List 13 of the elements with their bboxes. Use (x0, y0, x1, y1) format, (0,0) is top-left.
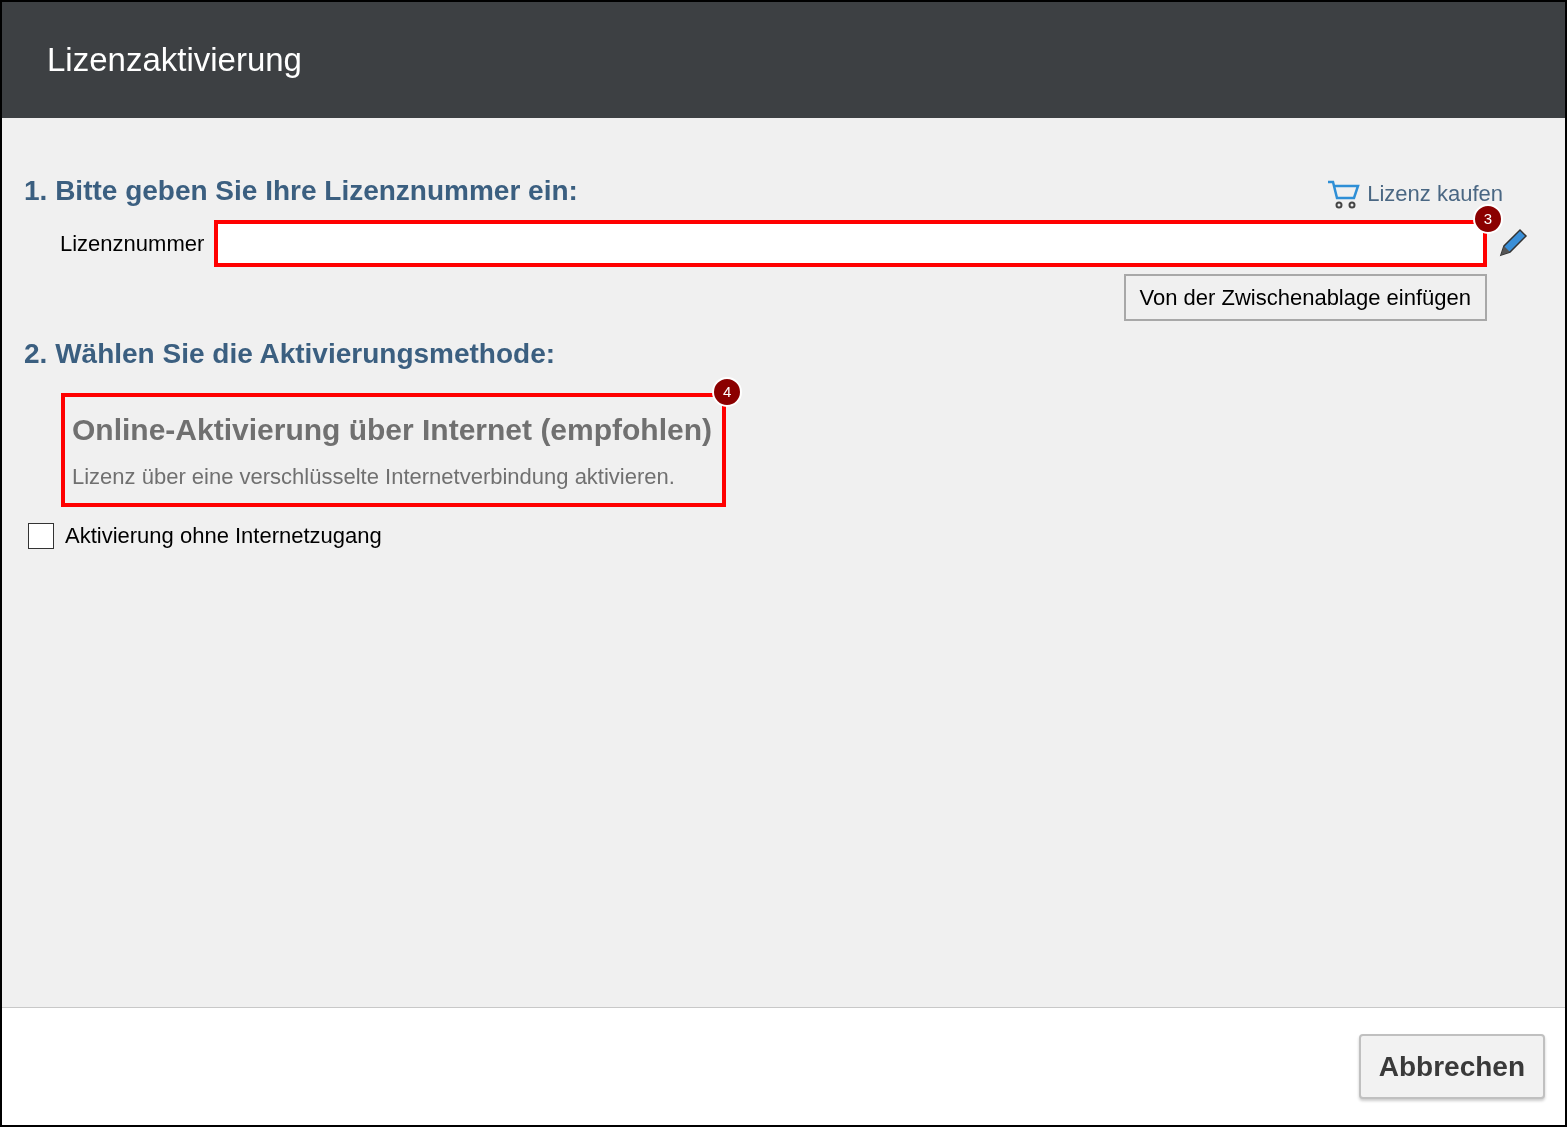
offline-checkbox[interactable] (28, 522, 54, 549)
paste-button[interactable]: Von der Zwischenablage einfügen (1123, 274, 1487, 321)
section-heading: 1. Bitte geben Sie Ihre Lizenznummer ein: (24, 174, 578, 208)
callout-badge: 3 (1473, 204, 1503, 234)
option-title: Online-Aktivierung über Internet (empfohlen) (72, 412, 713, 448)
cancel-button[interactable]: Abbrechen (1358, 1034, 1545, 1099)
window-title: Lizenzaktivierung (47, 40, 302, 81)
section-heading: 2. Wählen Sie die Aktivierungsmethode: (24, 337, 557, 371)
cart-icon (1327, 178, 1362, 209)
option-description: Lizenz über eine verschlüsselte Internetverbindung aktivieren. (72, 463, 676, 491)
callout-badge: 4 (712, 377, 743, 407)
field-label: Lizenznummer (60, 230, 205, 258)
checkbox-label: Aktivierung ohne Internetzugang (65, 522, 382, 550)
